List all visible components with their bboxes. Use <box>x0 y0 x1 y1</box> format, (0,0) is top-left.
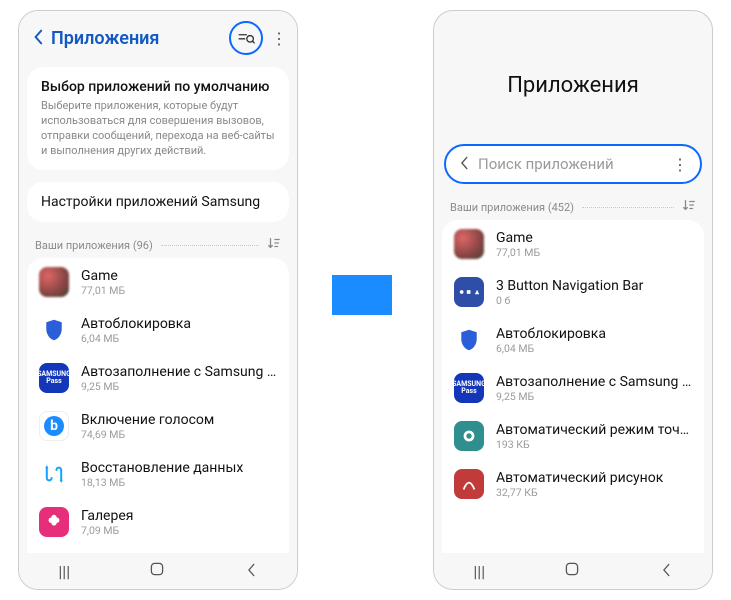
default-apps-card[interactable]: Выбор приложений по умолчанию Выберите п… <box>27 67 289 170</box>
app-name: Game <box>496 230 692 246</box>
list-item[interactable]: Game 77,01 МБ <box>442 220 704 268</box>
search-filter-icon[interactable] <box>229 21 263 55</box>
app-icon: b <box>39 411 69 441</box>
list-item[interactable]: Автоблокировка 6,04 МБ <box>442 316 704 364</box>
app-size: 74,69 МБ <box>81 428 277 441</box>
back-icon[interactable] <box>454 155 474 174</box>
app-icon <box>454 421 484 451</box>
app-icon <box>39 267 69 297</box>
list-item[interactable]: Автоматический рисунок 32,77 КБ <box>442 460 704 508</box>
app-icon <box>454 229 484 259</box>
card-desc: Выберите приложения, которые будут испол… <box>41 99 275 158</box>
list-item[interactable]: 3 Button Navigation Bar 0 б <box>442 268 704 316</box>
app-icon: SAMSUNGPass <box>39 363 69 393</box>
samsung-apps-card[interactable]: Настройки приложений Samsung <box>27 182 289 222</box>
app-icon <box>39 459 69 489</box>
android-navbar: ||| <box>19 553 297 589</box>
app-size: 6,04 МБ <box>496 342 692 355</box>
phone-left: Приложения ⋮ Выбор приложений по умолчан… <box>18 10 298 590</box>
app-size: 193 КБ <box>496 438 692 451</box>
home-icon[interactable] <box>149 561 165 581</box>
arrow-icon <box>332 275 392 315</box>
app-name: 3 Button Navigation Bar <box>496 278 692 294</box>
app-list: Game 77,01 МБ Автоблокировка 6,04 МБ SAM… <box>27 258 289 553</box>
app-name: Восстановление данных <box>81 460 277 476</box>
app-size: 9,25 МБ <box>496 390 692 403</box>
app-size: 32,77 КБ <box>496 486 692 499</box>
app-size: 0 б <box>496 294 692 307</box>
app-icon <box>454 325 484 355</box>
android-navbar: ||| <box>434 553 712 589</box>
section-header: Ваши приложения (96) <box>19 228 297 258</box>
app-size: 77,01 МБ <box>496 246 692 259</box>
app-name: Автоблокировка <box>496 326 692 342</box>
home-icon[interactable] <box>564 561 580 581</box>
section-label: Ваши приложения (96) <box>35 239 153 252</box>
app-size: 9,25 МБ <box>81 380 277 393</box>
sort-icon[interactable] <box>682 198 696 216</box>
app-name: Автоматический рисунок <box>496 470 692 486</box>
section-header: Ваши приложения (452) <box>434 190 712 220</box>
search-placeholder: Поиск приложений <box>474 155 668 173</box>
app-name: Game <box>81 268 277 284</box>
sort-icon[interactable] <box>267 236 281 254</box>
more-icon[interactable]: ⋮ <box>267 21 291 55</box>
header: Приложения ⋮ <box>19 11 297 61</box>
more-icon[interactable]: ⋮ <box>668 155 692 174</box>
recent-icon[interactable]: ||| <box>58 562 70 581</box>
back-nav-icon[interactable] <box>244 562 258 581</box>
card-title: Выбор приложений по умолчанию <box>41 79 275 95</box>
section-label: Ваши приложения (452) <box>450 201 574 214</box>
search-input[interactable]: Поиск приложений ⋮ <box>444 144 702 184</box>
app-name: Включение голосом <box>81 412 277 428</box>
app-size: 7,09 МБ <box>81 524 277 537</box>
app-list: Game 77,01 МБ 3 Button Navigation Bar 0 … <box>442 220 704 553</box>
app-size: 77,01 МБ <box>81 284 277 297</box>
app-name: Галерея <box>81 508 277 524</box>
back-nav-icon[interactable] <box>659 562 673 581</box>
app-icon <box>454 469 484 499</box>
page-title: Приложения <box>434 11 712 138</box>
list-item[interactable]: Game 77,01 МБ <box>27 258 289 306</box>
app-icon <box>39 315 69 345</box>
back-icon[interactable] <box>25 26 51 50</box>
list-item[interactable]: Автоблокировка 6,04 МБ <box>27 306 289 354</box>
card-title: Настройки приложений Samsung <box>41 194 275 210</box>
list-item[interactable]: SAMSUNGPass Автозаполнение с Samsung P..… <box>27 354 289 402</box>
recent-icon[interactable]: ||| <box>473 562 485 581</box>
app-name: Автоблокировка <box>81 316 277 332</box>
app-icon <box>454 277 484 307</box>
app-icon: SAMSUNGPass <box>454 373 484 403</box>
app-size: 18,13 МБ <box>81 476 277 489</box>
list-item[interactable]: Восстановление данных 18,13 МБ <box>27 450 289 498</box>
phone-right: Приложения Поиск приложений ⋮ Ваши прило… <box>433 10 713 590</box>
app-name: Автоматический режим точки.. <box>496 422 692 438</box>
list-item[interactable]: Автоматический режим точки.. 193 КБ <box>442 412 704 460</box>
page-title: Приложения <box>51 28 229 49</box>
list-item[interactable]: SAMSUNGPass Автозаполнение с Samsung P..… <box>442 364 704 412</box>
app-name: Автозаполнение с Samsung P.. <box>81 364 277 380</box>
app-name: Автозаполнение с Samsung P.. <box>496 374 692 390</box>
list-item[interactable]: Галерея 7,09 МБ <box>27 498 289 546</box>
app-icon <box>39 507 69 537</box>
app-size: 6,04 МБ <box>81 332 277 345</box>
list-item[interactable]: b Включение голосом 74,69 МБ <box>27 402 289 450</box>
